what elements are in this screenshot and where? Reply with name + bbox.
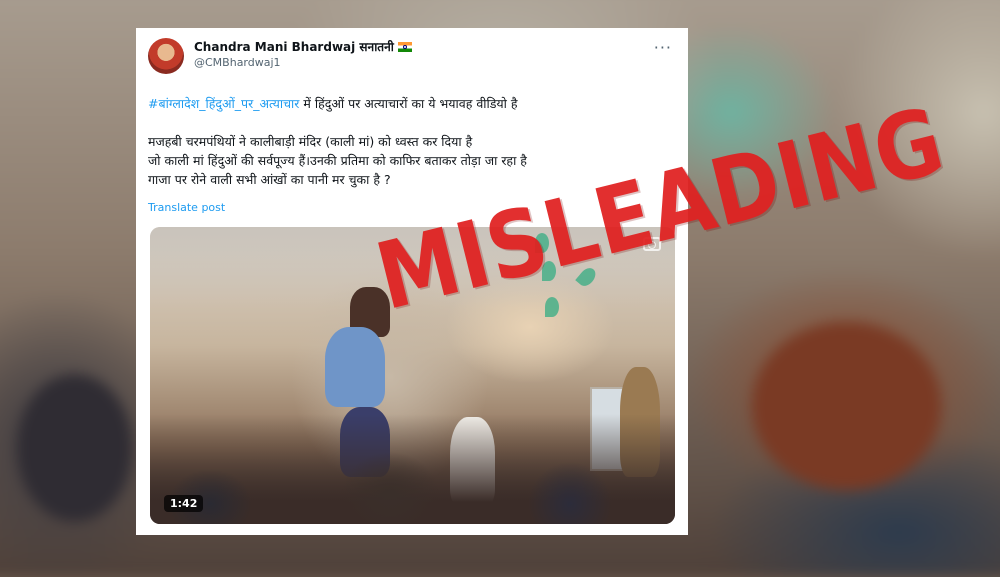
avatar[interactable] — [148, 38, 184, 74]
tweet-line-2: मजहबी चरमपंथियों ने कालीबाड़ी मंदिर (काल… — [148, 134, 473, 149]
author-handle[interactable]: @CMBhardwaj1 — [194, 56, 281, 69]
hashtag-link[interactable]: #बांग्लादेश_हिंदुओं_पर_अत्याचार — [148, 96, 299, 111]
video-crowd — [150, 414, 675, 524]
more-options-icon[interactable]: ··· — [654, 38, 672, 57]
background-figure — [17, 374, 133, 522]
background-figure — [751, 321, 941, 490]
tweet-line-1-text: में हिंदुओं पर अत्याचारों का ये भयावह वी… — [299, 96, 518, 111]
author-name[interactable]: Chandra Mani Bhardwaj सनातनी — [194, 38, 412, 55]
author-name-text[interactable]: Chandra Mani Bhardwaj सनातनी — [194, 40, 394, 54]
tweet-line-1: #बांग्लादेश_हिंदुओं_पर_अत्याचार में हिंद… — [148, 94, 676, 113]
wall-motif — [545, 297, 559, 317]
person-blue-shirt — [325, 327, 385, 407]
india-flag-icon — [397, 42, 412, 52]
video-duration: 1:42 — [164, 495, 204, 512]
translate-post-link[interactable]: Translate post — [148, 201, 225, 214]
